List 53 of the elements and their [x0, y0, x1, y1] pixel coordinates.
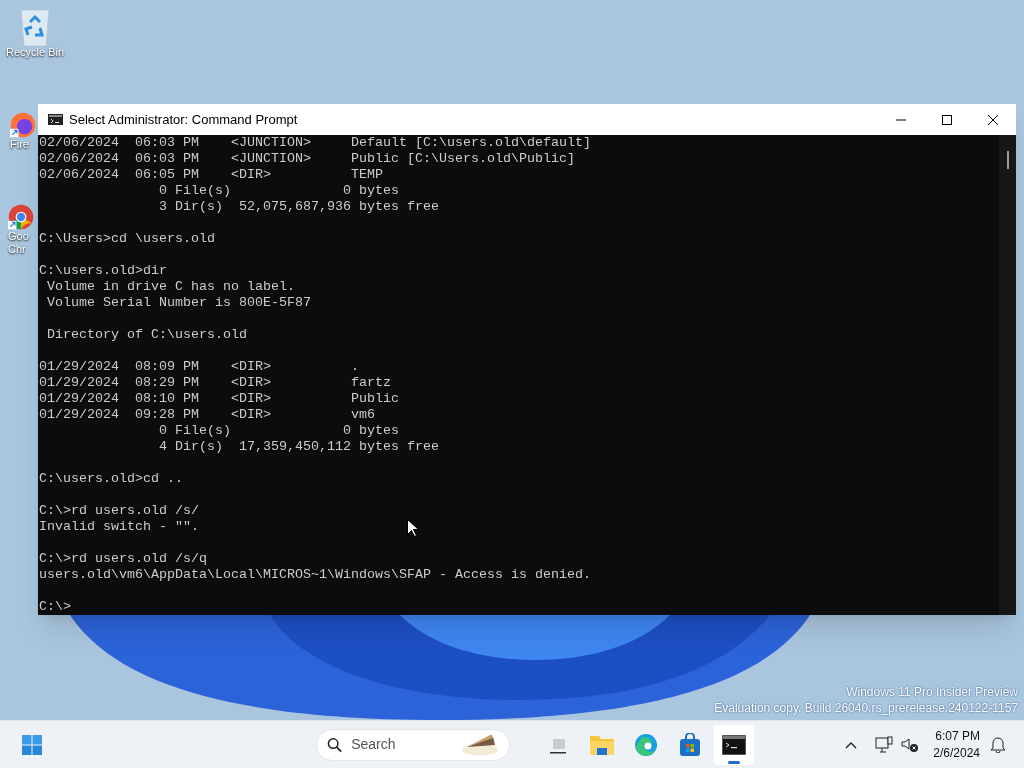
notification-bell-icon[interactable]	[990, 736, 1006, 753]
console-line: C:\>rd users.old /s/q	[39, 551, 207, 567]
console-line: 3 Dir(s) 52,075,687,936 bytes free	[157, 199, 439, 215]
scrollbar[interactable]	[999, 135, 1016, 615]
console-line: C:\>rd users.old /s/	[39, 503, 199, 519]
browser-icon	[8, 204, 34, 230]
console-line: C:\>	[39, 599, 71, 615]
console-line: C:\users.old>dir	[39, 263, 167, 279]
console-line: C:\Users>cd \users.old	[39, 231, 215, 247]
search-field[interactable]: Search	[316, 728, 510, 761]
folder-icon	[589, 733, 615, 756]
command-prompt-icon	[722, 734, 746, 755]
console-line: Directory of C:\users.old	[46, 327, 247, 343]
watermark-text: Windows 11 Pro Insider Preview	[846, 684, 1018, 700]
window-title: Select Administrator: Command Prompt	[69, 110, 298, 129]
console-line: Volume Serial Number is 800E-5F87	[46, 295, 311, 311]
console-line: 01/29/2024 09:28 PM <DIR> vm6	[39, 407, 375, 423]
console-line: 02/06/2024 06:03 PM <JUNCTION> Public [C:\Users.old\Public]	[39, 151, 575, 167]
console-line: 01/29/2024 08:10 PM <DIR> Public	[39, 391, 399, 407]
console-line: 0 File(s) 0 bytes	[157, 423, 399, 439]
console-line: 02/06/2024 06:03 PM <JUNCTION> Default [C:\users.old\default]	[39, 135, 591, 151]
shopping-bag-icon	[678, 732, 702, 757]
console-line: Invalid switch - "".	[39, 519, 199, 535]
console-line: 01/29/2024 08:29 PM <DIR> fartz	[39, 375, 391, 391]
clock-date[interactable]: 2/6/2024	[933, 744, 980, 762]
maximize-icon	[942, 114, 952, 125]
console-line: C:\users.old>cd ..	[39, 471, 183, 487]
mouse-pointer-icon	[407, 519, 418, 537]
scrollbar-thumb[interactable]	[1006, 151, 1009, 169]
console-line: 4 Dir(s) 17,359,450,112 bytes free	[157, 439, 439, 455]
console-line: users.old\vm6\AppData\Local\MICROS~1\Windows\SFAP - Access is denied.	[39, 567, 591, 583]
desktop-shortcut[interactable]: Fire	[10, 112, 36, 151]
watermark-text: Evaluation copy. Build 26040.rs_prerelease.240122-1157	[714, 700, 1018, 716]
browser-icon	[10, 112, 36, 138]
recycle-bin-icon	[18, 8, 53, 46]
clock-time[interactable]: 6:07 PM	[935, 727, 980, 745]
windows-logo-icon	[22, 734, 42, 755]
console-line: 01/29/2024 08:09 PM <DIR> .	[39, 359, 359, 375]
command-prompt-icon	[48, 114, 63, 125]
search-icon	[327, 736, 343, 753]
speaker-muted-icon[interactable]	[901, 736, 920, 753]
search-input[interactable]: Search	[351, 734, 462, 755]
browser-icon	[634, 732, 658, 757]
pie-slice-drawing	[461, 732, 499, 757]
console-line: 0 File(s) 0 bytes	[157, 183, 399, 199]
console-line: Volume in drive C has no label.	[46, 279, 295, 295]
desktop-shortcut[interactable]: Recycle Bin	[6, 8, 65, 59]
console-line: 02/06/2024 06:05 PM <DIR> TEMP	[39, 167, 383, 183]
desktop-shortcut[interactable]: Goo Chr	[8, 204, 34, 256]
network-icon[interactable]	[875, 735, 894, 754]
close-icon	[988, 114, 998, 125]
chevron-up-icon[interactable]	[845, 740, 858, 749]
taskbar-app-button[interactable]	[714, 724, 754, 765]
